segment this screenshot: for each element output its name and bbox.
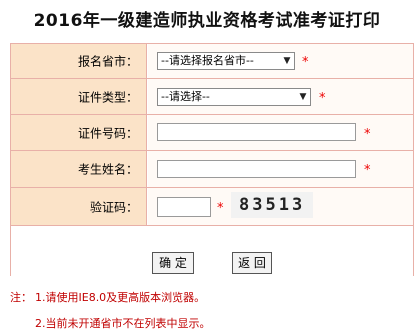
back-button[interactable]: 返 回 (232, 252, 272, 274)
row-id-number: 证件号码： * (11, 115, 413, 151)
chevron-down-icon: ▼ (280, 53, 294, 69)
row-captcha: 验证码： * 83513 (11, 188, 413, 226)
name-input[interactable] (157, 160, 356, 178)
name-label: 考生姓名： (77, 162, 138, 177)
province-select[interactable]: --请选择报名省市-- ▼ (157, 52, 295, 70)
id-type-label: 证件类型： (77, 90, 138, 104)
id-type-select-value: --请选择-- (161, 90, 210, 103)
note-line-1: 1.请使用IE8.0及更高版本浏览器。 (35, 291, 206, 304)
required-mark: * (364, 163, 371, 178)
captcha-input[interactable] (157, 197, 211, 217)
required-mark: * (217, 201, 224, 216)
print-form: 报名省市： --请选择报名省市-- ▼ * 证件类型： --请选择-- ▼ * … (10, 43, 414, 276)
captcha-label: 验证码： (89, 200, 138, 214)
required-mark: * (364, 127, 371, 142)
captcha-image[interactable]: 83513 (231, 192, 313, 218)
note-prefix: 注： (10, 291, 32, 304)
chevron-down-icon: ▼ (296, 89, 310, 105)
province-select-value: --请选择报名省市-- (161, 54, 254, 67)
id-number-input[interactable] (157, 123, 356, 141)
note-line-2: 2.当前未开通省市不在列表中显示。 (35, 317, 211, 330)
id-number-label: 证件号码： (77, 126, 138, 140)
confirm-button[interactable]: 确 定 (152, 252, 194, 274)
id-type-select[interactable]: --请选择-- ▼ (157, 88, 311, 106)
row-id-type: 证件类型： --请选择-- ▼ * (11, 79, 413, 115)
row-province: 报名省市： --请选择报名省市-- ▼ * (11, 44, 413, 79)
page-title: 2016年一级建造师执业资格考试准考证打印 (33, 11, 381, 31)
province-label: 报名省市： (77, 54, 138, 69)
required-mark: * (319, 91, 326, 106)
required-mark: * (302, 55, 309, 70)
row-name: 考生姓名： * (11, 151, 413, 188)
